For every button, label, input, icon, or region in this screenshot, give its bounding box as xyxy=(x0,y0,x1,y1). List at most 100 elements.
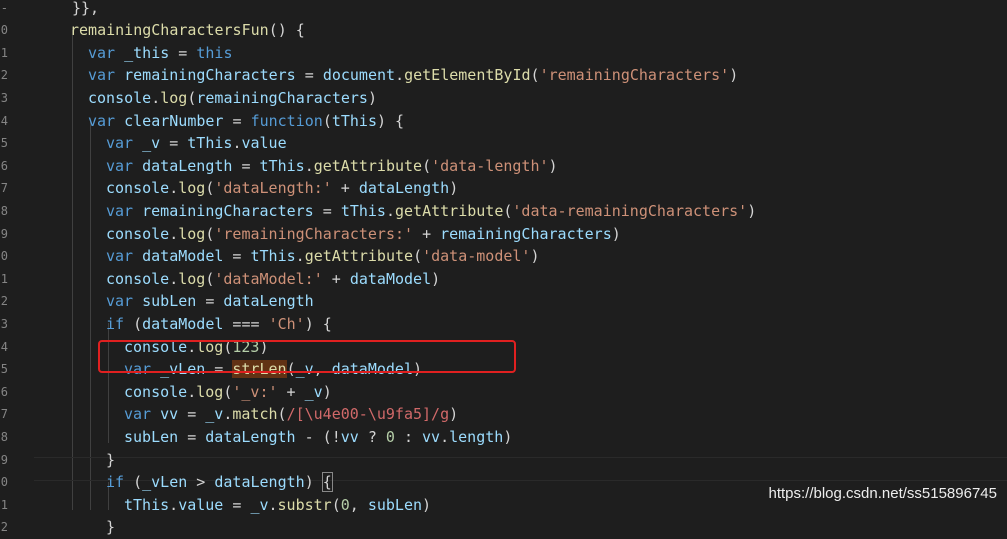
line-number: 4 xyxy=(0,339,8,354)
code-token: value xyxy=(178,495,224,514)
code-token: . xyxy=(385,201,395,220)
code-token: var xyxy=(106,201,134,220)
code-token: > xyxy=(187,473,215,492)
watermark: https://blog.csdn.net/ss515896745 xyxy=(768,485,997,502)
code-token: ) xyxy=(304,473,323,492)
code-token: 'data-remainingCharacters' xyxy=(512,201,748,220)
code-token: _v xyxy=(250,495,269,514)
code-line[interactable]: var subLen = dataLength xyxy=(106,290,314,313)
line-number: 2 xyxy=(0,520,8,535)
line-number: 3 xyxy=(0,316,8,331)
code-token: = xyxy=(223,247,251,266)
code-line[interactable]: console.log('remainingCharacters:' + rem… xyxy=(106,223,621,246)
code-line[interactable]: if (_vLen > dataLength) { xyxy=(106,471,333,494)
code-token: remainingCharacters xyxy=(196,88,368,107)
code-line[interactable]: console.log('_v:' + _v) xyxy=(124,381,332,404)
code-line[interactable]: console.log('dataLength:' + dataLength) xyxy=(106,177,458,200)
code-line[interactable]: var remainingCharacters = tThis.getAttri… xyxy=(106,200,756,223)
code-token: substr xyxy=(277,495,332,514)
code-line[interactable]: } xyxy=(106,516,115,539)
code-line[interactable]: var _v = tThis.value xyxy=(106,132,287,155)
code-token: getAttribute xyxy=(395,201,504,220)
code-line[interactable]: var dataLength = tThis.getAttribute('dat… xyxy=(106,155,558,178)
code-token: 'data-model' xyxy=(422,247,531,266)
code-token: }}, xyxy=(72,0,100,17)
code-token: getAttribute xyxy=(304,247,414,266)
code-line[interactable]: console.log('dataModel:' + dataModel) xyxy=(106,268,440,291)
code-line[interactable]: var remainingCharacters = document.getEl… xyxy=(88,64,738,87)
code-token: getElementById xyxy=(404,66,531,85)
code-token: var xyxy=(124,405,152,424)
code-token: ) xyxy=(449,405,459,424)
code-token: = xyxy=(178,427,206,446)
code-line[interactable]: console.log(remainingCharacters) xyxy=(88,87,377,110)
code-line[interactable]: tThis.value = _v.substr(0, subLen) xyxy=(124,494,431,517)
code-token: ) xyxy=(747,201,757,220)
code-token: = xyxy=(178,405,206,424)
code-token: dataLength xyxy=(133,156,233,175)
code-token: . xyxy=(304,156,314,175)
line-number: 8 xyxy=(0,429,8,444)
code-token: = xyxy=(295,66,323,85)
code-line[interactable]: var vv = _v.match(/[\u4e00-\u9fa5]/g) xyxy=(124,403,458,426)
indent-guide xyxy=(90,120,91,510)
code-token: var xyxy=(88,66,116,85)
code-token: var xyxy=(88,111,116,130)
code-token: : xyxy=(394,427,423,446)
code-token: subLen xyxy=(124,427,179,446)
code-token: var xyxy=(88,43,116,62)
code-token: subLen xyxy=(133,292,197,311)
code-token: tThis xyxy=(259,156,305,175)
code-token: ( xyxy=(530,66,540,85)
code-line[interactable]: }}, xyxy=(72,0,99,19)
code-token: ) xyxy=(530,247,540,266)
code-token: var xyxy=(106,247,134,266)
line-number: 7 xyxy=(0,181,8,196)
code-token: ( xyxy=(413,247,423,266)
code-token: dataModel xyxy=(133,247,224,266)
code-token: { xyxy=(321,472,333,493)
line-number: 2 xyxy=(0,294,8,309)
code-token: ) xyxy=(322,382,332,401)
code-token: . xyxy=(268,495,278,514)
code-token: tThis xyxy=(331,111,377,130)
code-token: ( xyxy=(322,111,332,130)
code-editor[interactable]: - 0 1 2 3 4 5 6 7 8 9 0 1 2 3 4 5 6 7 8 9 0 1 2 }}, remainingCha… xyxy=(0,0,1007,536)
code-token: _vLen xyxy=(142,473,188,492)
code-token: tThis xyxy=(124,495,170,514)
code-token: var xyxy=(106,156,134,175)
code-line[interactable]: var clearNumber = function(tThis) { xyxy=(88,110,404,133)
code-line[interactable]: remainingCharactersFun() { xyxy=(70,19,305,42)
code-token: . xyxy=(169,495,179,514)
code-token: subLen xyxy=(367,495,423,514)
line-number: 8 xyxy=(0,203,8,218)
code-token: _v xyxy=(205,405,224,424)
code-token: = xyxy=(169,43,197,62)
line-number: 2 xyxy=(0,68,8,83)
code-token: + xyxy=(277,382,305,401)
code-token: log xyxy=(160,88,188,107)
line-number: 5 xyxy=(0,136,8,151)
line-number-gutter: - 0 1 2 3 4 5 6 7 8 9 0 1 2 3 4 5 6 7 8 9 0 1 2 xyxy=(0,0,14,534)
code-token: . xyxy=(169,224,179,243)
code-line[interactable]: subLen = dataLength - (!vv ? 0 : vv.leng… xyxy=(124,426,512,449)
code-token: ( xyxy=(422,156,432,175)
code-token: _v xyxy=(304,382,323,401)
code-token: tThis xyxy=(187,134,233,153)
code-token: log xyxy=(178,179,206,198)
code-line[interactable]: if (dataModel === 'Ch') { xyxy=(106,313,332,336)
line-number: - xyxy=(0,0,8,15)
code-token: + xyxy=(331,179,359,198)
code-token: ( xyxy=(277,405,287,424)
code-token: ) { xyxy=(377,111,405,130)
code-token: + xyxy=(322,269,350,288)
code-token: . xyxy=(187,382,197,401)
code-token: . xyxy=(440,427,450,446)
code-token: dataLength xyxy=(223,292,314,311)
code-token: remainingCharactersFun xyxy=(70,21,269,40)
code-line[interactable]: } xyxy=(106,449,115,472)
code-token: ? xyxy=(358,427,386,446)
code-line[interactable]: var dataModel = tThis.getAttribute('data… xyxy=(106,245,540,268)
code-token: if xyxy=(106,314,125,333)
code-line[interactable]: var _this = this xyxy=(88,42,233,65)
